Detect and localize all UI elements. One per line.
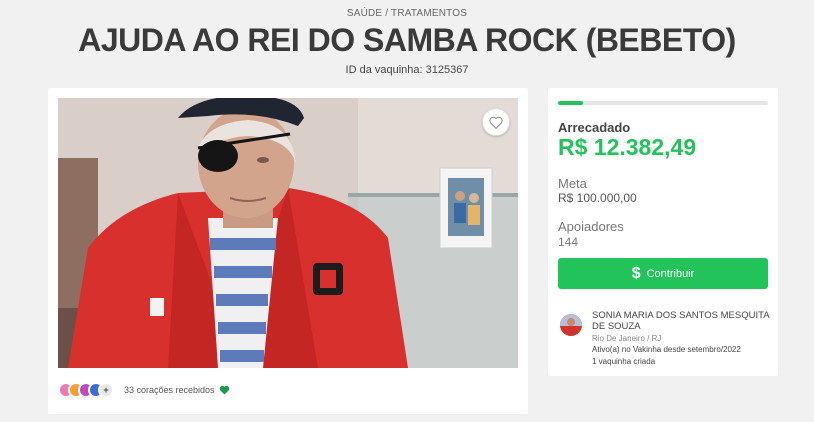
organizer-active-since: Ativo(a) no Vakinha desde setembro/2022 <box>592 345 741 354</box>
hearts-received-row[interactable]: + 33 corações recebidos <box>58 380 230 400</box>
category-breadcrumb[interactable]: SAÚDE / TRATAMENTOS <box>0 8 814 19</box>
goal-amount: R$ 100.000,00 <box>558 191 637 205</box>
donation-panel: Arrecadado R$ 12.382,49 Meta R$ 100.000,… <box>548 88 778 376</box>
backers-label: Apoiadores <box>558 219 624 234</box>
media-card: + 33 corações recebidos <box>48 88 528 414</box>
organizer-avatar[interactable] <box>560 314 582 336</box>
campaign-photo-illustration <box>58 98 518 368</box>
more-supporters-badge: + <box>98 382 114 398</box>
favorite-button[interactable] <box>482 108 510 136</box>
organizer-avatar-image <box>560 314 582 336</box>
backers-count: 144 <box>558 235 579 249</box>
dollar-icon: $ <box>631 264 641 282</box>
hearts-count: 33 corações recebidos <box>124 385 215 395</box>
page-title: AJUDA AO REI DO SAMBA ROCK (BEBETO) <box>78 22 736 58</box>
contribute-button[interactable]: $ Contribuir <box>558 258 768 289</box>
supporter-avatars: + <box>58 382 114 398</box>
progress-fill <box>558 101 584 105</box>
heart-outline-icon <box>489 116 503 129</box>
campaign-photo <box>58 98 518 368</box>
contribute-label: Contribuir <box>646 267 695 280</box>
green-heart-icon <box>219 385 229 395</box>
goal-label: Meta <box>558 176 587 191</box>
campaign-id: ID da vaquinha: 3125367 <box>345 64 469 76</box>
organizer-campaigns-count: 1 vaquinha criada <box>592 357 656 366</box>
raised-label: Arrecadado <box>558 120 631 135</box>
organizer-name[interactable]: SONIA MARIA DOS SANTOS MESQUITA DE SOUZA <box>592 310 772 332</box>
organizer-location: Rio De Janeiro / RJ <box>592 334 662 343</box>
raised-amount: R$ 12.382,49 <box>558 134 697 160</box>
progress-bar <box>558 101 768 105</box>
